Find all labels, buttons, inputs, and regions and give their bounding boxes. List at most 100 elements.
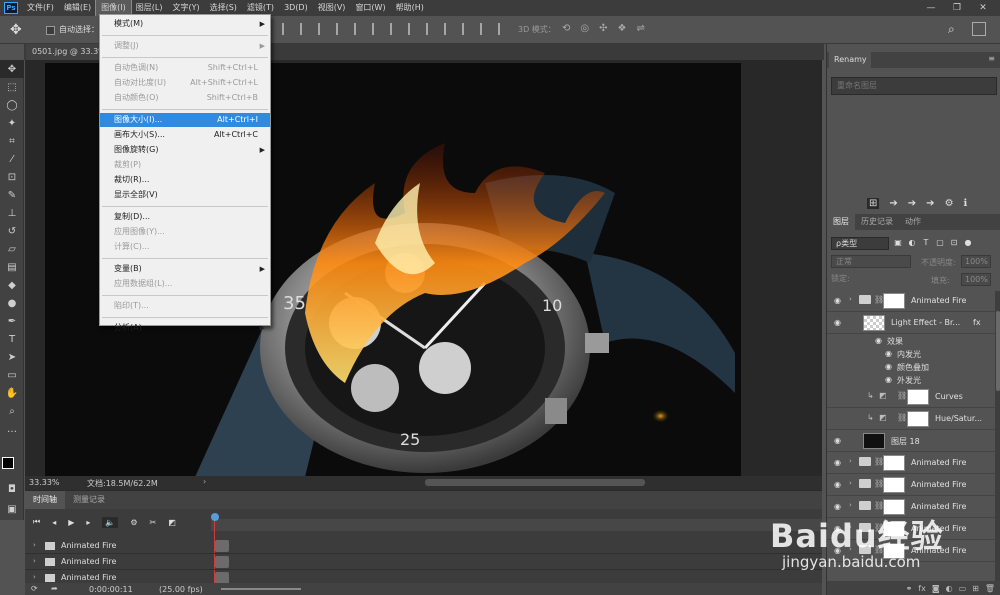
filter-toggle-icon[interactable]: ● (963, 238, 973, 248)
filter-type-icon[interactable]: T (921, 238, 931, 248)
track-clip[interactable] (215, 556, 229, 568)
effects-header[interactable]: ◉ 效果 (827, 335, 995, 348)
hand-tool-icon[interactable]: ✋ (0, 384, 24, 402)
effect-eye-icon[interactable]: ◉ (885, 349, 892, 358)
tab-measurement-log[interactable]: 测量记录 (65, 491, 113, 509)
renamy-tab[interactable]: Renamy (829, 52, 871, 68)
fill-field[interactable]: 100% (961, 273, 991, 286)
3d-slide-icon[interactable]: ❖ (618, 23, 627, 34)
auto-select-checkbox[interactable] (46, 26, 55, 35)
image-menu-item[interactable]: 复制(D)... (100, 210, 270, 224)
align-top-icon[interactable] (282, 23, 292, 35)
image-menu-item[interactable]: 模式(M) ▶ (100, 17, 270, 31)
timeline-zoom-slider[interactable] (221, 588, 301, 590)
image-menu-item[interactable]: 图像大小(I)... Alt+Ctrl+I (100, 113, 270, 127)
distribute-middle-icon[interactable] (408, 23, 418, 35)
3d-roll-icon[interactable]: ◎ (580, 23, 589, 34)
visibility-eye-icon[interactable]: ◉ (834, 480, 844, 489)
timeline-ruler[interactable] (211, 519, 822, 531)
expand-chevron-icon[interactable]: › (849, 457, 852, 465)
scroll-thumb[interactable] (996, 311, 1000, 391)
image-menu-item[interactable]: 变量(B) ▶ (100, 262, 270, 276)
auto-align-icon[interactable] (498, 23, 508, 35)
expand-chevron-icon[interactable]: › (849, 545, 852, 553)
pen-tool-icon[interactable]: ✒ (0, 312, 24, 330)
arrow-right-icon-2[interactable]: ➔ (908, 198, 916, 209)
eyedropper-icon[interactable]: ⁄ (0, 150, 24, 168)
panel-menu-icon[interactable]: ≡ (988, 54, 995, 63)
opacity-field[interactable]: 100% (961, 255, 991, 268)
split-icon[interactable]: ✂ (150, 518, 157, 527)
menu-item[interactable]: 视图(V) (313, 0, 351, 16)
close-icon[interactable]: ✕ (970, 0, 996, 16)
workspace-icon[interactable] (972, 22, 986, 36)
visibility-eye-icon[interactable]: ◉ (834, 436, 844, 445)
transition-icon[interactable]: ◩ (168, 518, 176, 527)
layer-row[interactable]: ◉ › ⛓ Animated Fire (827, 497, 995, 518)
expand-chevron-icon[interactable]: › (849, 501, 852, 509)
new-layer-icon[interactable]: ⊞ (972, 584, 979, 593)
filter-shape-icon[interactable]: ▢ (935, 238, 945, 248)
expand-chevron-icon[interactable]: › (33, 573, 36, 581)
arrow-right-icon-3[interactable]: ➔ (926, 198, 934, 209)
image-menu-item[interactable]: 计算(C)... (100, 240, 270, 254)
prev-frame-icon[interactable]: ◂ (52, 518, 56, 527)
eraser-icon[interactable]: ▱ (0, 240, 24, 258)
marquee-tool-icon[interactable]: ⬚ (0, 78, 24, 96)
arrow-right-icon[interactable]: ➔ (889, 198, 897, 209)
align-middle-icon[interactable] (300, 23, 310, 35)
screen-mode-icon[interactable]: ▣ (0, 500, 24, 518)
image-menu-item[interactable]: 陷印(T)... (100, 299, 270, 313)
crop-tool-icon[interactable]: ⌗ (0, 132, 24, 150)
menu-item[interactable]: 编辑(E) (59, 0, 96, 16)
expand-chevron-icon[interactable]: › (849, 523, 852, 531)
distribute-right-icon[interactable] (480, 23, 490, 35)
effect-eye-icon[interactable]: ◉ (885, 375, 892, 384)
layer-row[interactable]: ◉ › ⛓ Animated Fire (827, 475, 995, 496)
gradient-tool-icon[interactable]: ▤ (0, 258, 24, 276)
image-menu-item[interactable]: 调整(J) ▶ (100, 39, 270, 53)
layer-row[interactable]: ◉ 图层 18 (827, 431, 995, 452)
settings-icon[interactable]: ⚙ (130, 518, 137, 527)
visibility-eye-icon[interactable]: ◉ (834, 296, 844, 305)
expand-chevron-icon[interactable]: › (849, 295, 852, 303)
horizontal-scrollbar[interactable] (425, 479, 645, 486)
timeline-track[interactable]: › Animated Fire (25, 554, 822, 570)
layer-row[interactable]: ◉ › ⛓ Animated Fire (827, 453, 995, 474)
foreground-color-swatch[interactable] (2, 457, 14, 469)
distribute-bottom-icon[interactable] (426, 23, 436, 35)
blur-tool-icon[interactable]: ◆ (0, 276, 24, 294)
tab-timeline[interactable]: 时间轴 (25, 491, 65, 509)
next-frame-icon[interactable]: ▸ (86, 518, 90, 527)
zoom-tool-icon[interactable]: ⌕ (0, 402, 24, 420)
align-left-icon[interactable] (336, 23, 346, 35)
effect-row[interactable]: ◉ 颜色叠加 (827, 361, 995, 374)
layer-row[interactable]: ◉ fx Light Effect - Br... (827, 313, 995, 334)
image-menu-item[interactable]: 裁切(R)... (100, 173, 270, 187)
menu-item[interactable]: 文件(F) (22, 0, 59, 16)
effects-eye-icon[interactable]: ◉ (875, 336, 882, 345)
filter-smart-icon[interactable]: ⊡ (949, 238, 959, 248)
visibility-eye-icon[interactable]: ◉ (834, 546, 844, 555)
align-center-icon[interactable] (354, 23, 364, 35)
restore-icon[interactable]: ❐ (944, 0, 970, 16)
layers-scrollbar[interactable] (995, 291, 1000, 581)
loop-icon[interactable]: ⟳ (31, 584, 38, 593)
layer-row[interactable]: ◉ › ⛓ Animated Fire (827, 519, 995, 540)
render-icon[interactable]: ➦ (51, 584, 58, 593)
image-menu-item[interactable]: 分析(A) ▶ (100, 321, 270, 335)
quick-mask-icon[interactable]: ◘ (0, 480, 24, 498)
history-brush-icon[interactable]: ↺ (0, 222, 24, 240)
menu-item[interactable]: 窗口(W) (350, 0, 390, 16)
visibility-eye-icon[interactable]: ◉ (834, 524, 844, 533)
timeline-track[interactable]: › Animated Fire (25, 538, 822, 554)
filter-pixel-icon[interactable]: ▣ (893, 238, 903, 248)
distribute-center-icon[interactable] (462, 23, 472, 35)
gear-icon[interactable]: ⚙ (945, 198, 954, 209)
search-icon[interactable]: ⌕ (948, 22, 955, 37)
tab-layers[interactable]: 图层 (827, 214, 855, 230)
filter-adjust-icon[interactable]: ◐ (907, 238, 917, 248)
document-tab[interactable]: 0501.jpg @ 33.3% (26, 44, 110, 60)
stamp-tool-icon[interactable]: ⊥ (0, 204, 24, 222)
lasso-tool-icon[interactable]: ◯ (0, 96, 24, 114)
